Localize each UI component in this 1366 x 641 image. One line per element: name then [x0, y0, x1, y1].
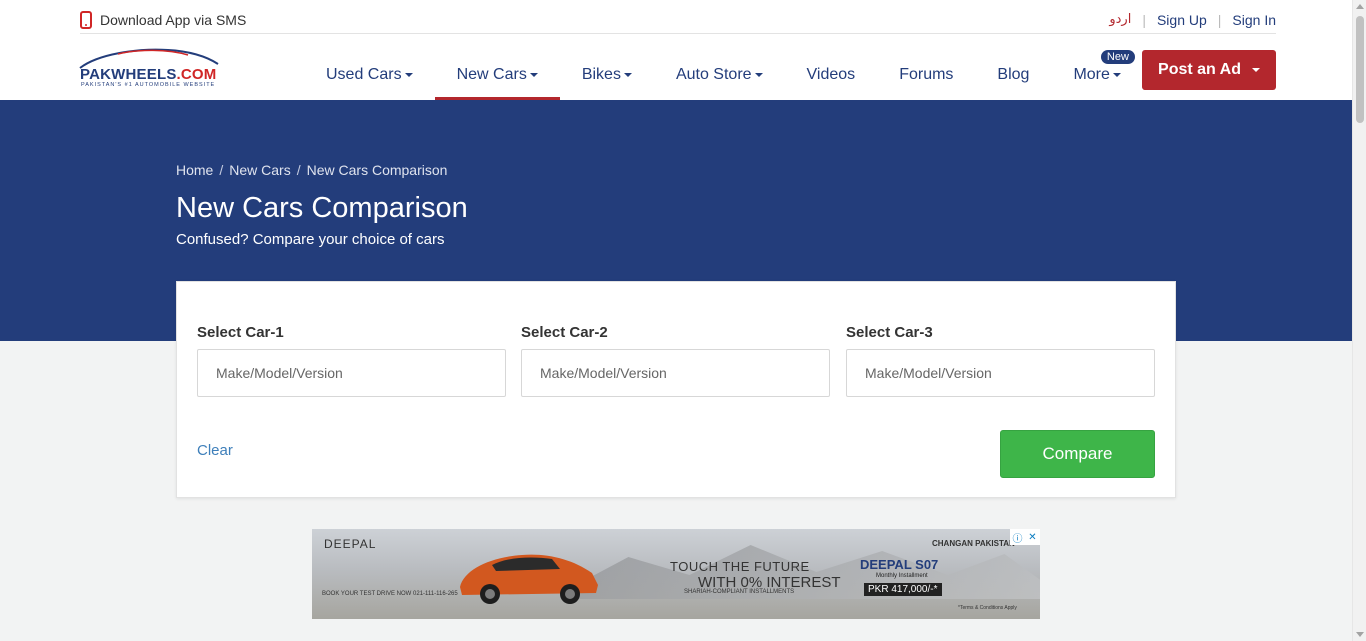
car-2-field: Select Car-2	[521, 324, 830, 397]
nav-label: Forums	[899, 66, 954, 83]
breadcrumb-separator: /	[219, 162, 224, 178]
car-2-input[interactable]	[521, 349, 830, 397]
clear-link[interactable]: Clear	[197, 442, 233, 459]
car-3-input[interactable]	[846, 349, 1155, 397]
page-title: New Cars Comparison	[176, 192, 468, 224]
site-header: Download App via SMS اردو | Sign Up | Si…	[0, 0, 1352, 100]
page-scrollbar[interactable]	[1352, 0, 1366, 641]
caret-down-icon	[529, 73, 538, 77]
nav-label: Used Cars	[326, 66, 402, 83]
scroll-down-arrow-icon[interactable]	[1356, 632, 1364, 637]
breadcrumb: Home / New Cars / New Cars Comparison	[176, 162, 447, 178]
car-2-label: Select Car-2	[521, 324, 608, 341]
comparison-form-card: Select Car-1 Select Car-2 Select Car-3 C…	[176, 281, 1176, 498]
ad-terms: *Terms & Conditions Apply	[958, 605, 1017, 611]
logo-suffix: .COM	[176, 66, 217, 83]
nav-label: Bikes	[581, 66, 621, 83]
logo-wordmark: PAKWHEELS.COM	[80, 66, 217, 83]
nav-new-cars[interactable]: New Cars	[434, 50, 561, 100]
advertisement-banner[interactable]: DEEPAL TOUCH THE FUTURE WITH 0% INTEREST…	[312, 529, 1040, 619]
ad-model-name: DEEPAL S07	[860, 557, 939, 572]
caret-down-icon	[1251, 68, 1260, 72]
logo-tagline: PAKISTAN'S #1 AUTOMOBILE WEBSITE	[81, 82, 216, 88]
ad-shariah-note: SHARIAH-COMPLIANT INSTALLMENTS	[684, 589, 795, 595]
ad-test-drive: BOOK YOUR TEST DRIVE NOW 021-111-116-265	[322, 591, 458, 597]
caret-down-icon	[404, 73, 413, 77]
ad-choices[interactable]: ⓘ ✕	[1010, 529, 1040, 545]
breadcrumb-home[interactable]: Home	[176, 162, 213, 178]
urdu-language-link[interactable]: اردو	[1109, 12, 1131, 27]
ad-headline: TOUCH THE FUTURE	[670, 559, 810, 574]
scroll-thumb[interactable]	[1356, 16, 1364, 123]
breadcrumb-separator: /	[296, 162, 301, 178]
caret-down-icon	[623, 73, 632, 77]
mobile-phone-icon	[80, 10, 92, 29]
breadcrumb-new-cars[interactable]: New Cars	[229, 162, 290, 178]
nav-label: New Cars	[456, 66, 527, 83]
post-ad-label: Post an Ad	[1158, 61, 1241, 78]
info-icon[interactable]: ⓘ	[1010, 529, 1025, 545]
ad-partner: CHANGAN PAKISTAN	[932, 539, 1015, 548]
ad-monthly-label: Monthly Installment	[876, 573, 928, 579]
car-3-label: Select Car-3	[846, 324, 933, 341]
car-1-field: Select Car-1	[197, 324, 506, 397]
nav-used-cars[interactable]: Used Cars	[304, 50, 435, 100]
nav-label: Blog	[997, 66, 1030, 83]
car-3-field: Select Car-3	[846, 324, 1155, 397]
logo-name: PAKWHEELS	[80, 66, 177, 83]
nav-blog[interactable]: Blog	[975, 50, 1051, 100]
nav-label: More	[1073, 66, 1110, 83]
sign-in-link[interactable]: Sign In	[1232, 12, 1276, 28]
page-subtitle: Confused? Compare your choice of cars	[176, 231, 445, 248]
breadcrumb-current: New Cars Comparison	[306, 162, 448, 178]
scroll-up-arrow-icon[interactable]	[1356, 4, 1364, 9]
ad-price: PKR 417,000/-*	[864, 583, 942, 596]
caret-down-icon	[1112, 73, 1121, 77]
download-app-text: Download App via SMS	[100, 11, 247, 28]
divider: |	[1142, 11, 1146, 28]
sign-up-link[interactable]: Sign Up	[1157, 12, 1207, 28]
ad-brand: DEEPAL	[324, 537, 377, 551]
utility-bar: Download App via SMS اردو | Sign Up | Si…	[80, 6, 1276, 34]
main-nav: Used Cars New Cars Bikes Auto Store Vide…	[304, 50, 1143, 100]
post-an-ad-button[interactable]: Post an Ad	[1142, 50, 1276, 90]
nav-more[interactable]: New More	[1051, 50, 1142, 100]
nav-bikes[interactable]: Bikes	[560, 50, 654, 100]
suv-car-image	[460, 554, 598, 604]
close-icon[interactable]: ✕	[1025, 529, 1040, 545]
divider: |	[1217, 11, 1222, 28]
nav-label: Videos	[806, 66, 856, 83]
new-badge: New	[1100, 50, 1135, 64]
caret-down-icon	[754, 73, 763, 77]
nav-auto-store[interactable]: Auto Store	[654, 50, 785, 100]
car-1-label: Select Car-1	[197, 324, 284, 341]
nav-videos[interactable]: Videos	[785, 50, 878, 100]
pakwheels-logo[interactable]: PAKWHEELS.COM PAKISTAN'S #1 AUTOMOBILE W…	[78, 46, 224, 92]
nav-label: Auto Store	[675, 66, 752, 83]
download-app-link[interactable]: Download App via SMS	[80, 10, 247, 29]
compare-button[interactable]: Compare	[1000, 430, 1155, 478]
nav-forums[interactable]: Forums	[877, 50, 975, 100]
account-links: اردو | Sign Up | Sign In	[1109, 12, 1276, 28]
car-1-input[interactable]	[197, 349, 506, 397]
